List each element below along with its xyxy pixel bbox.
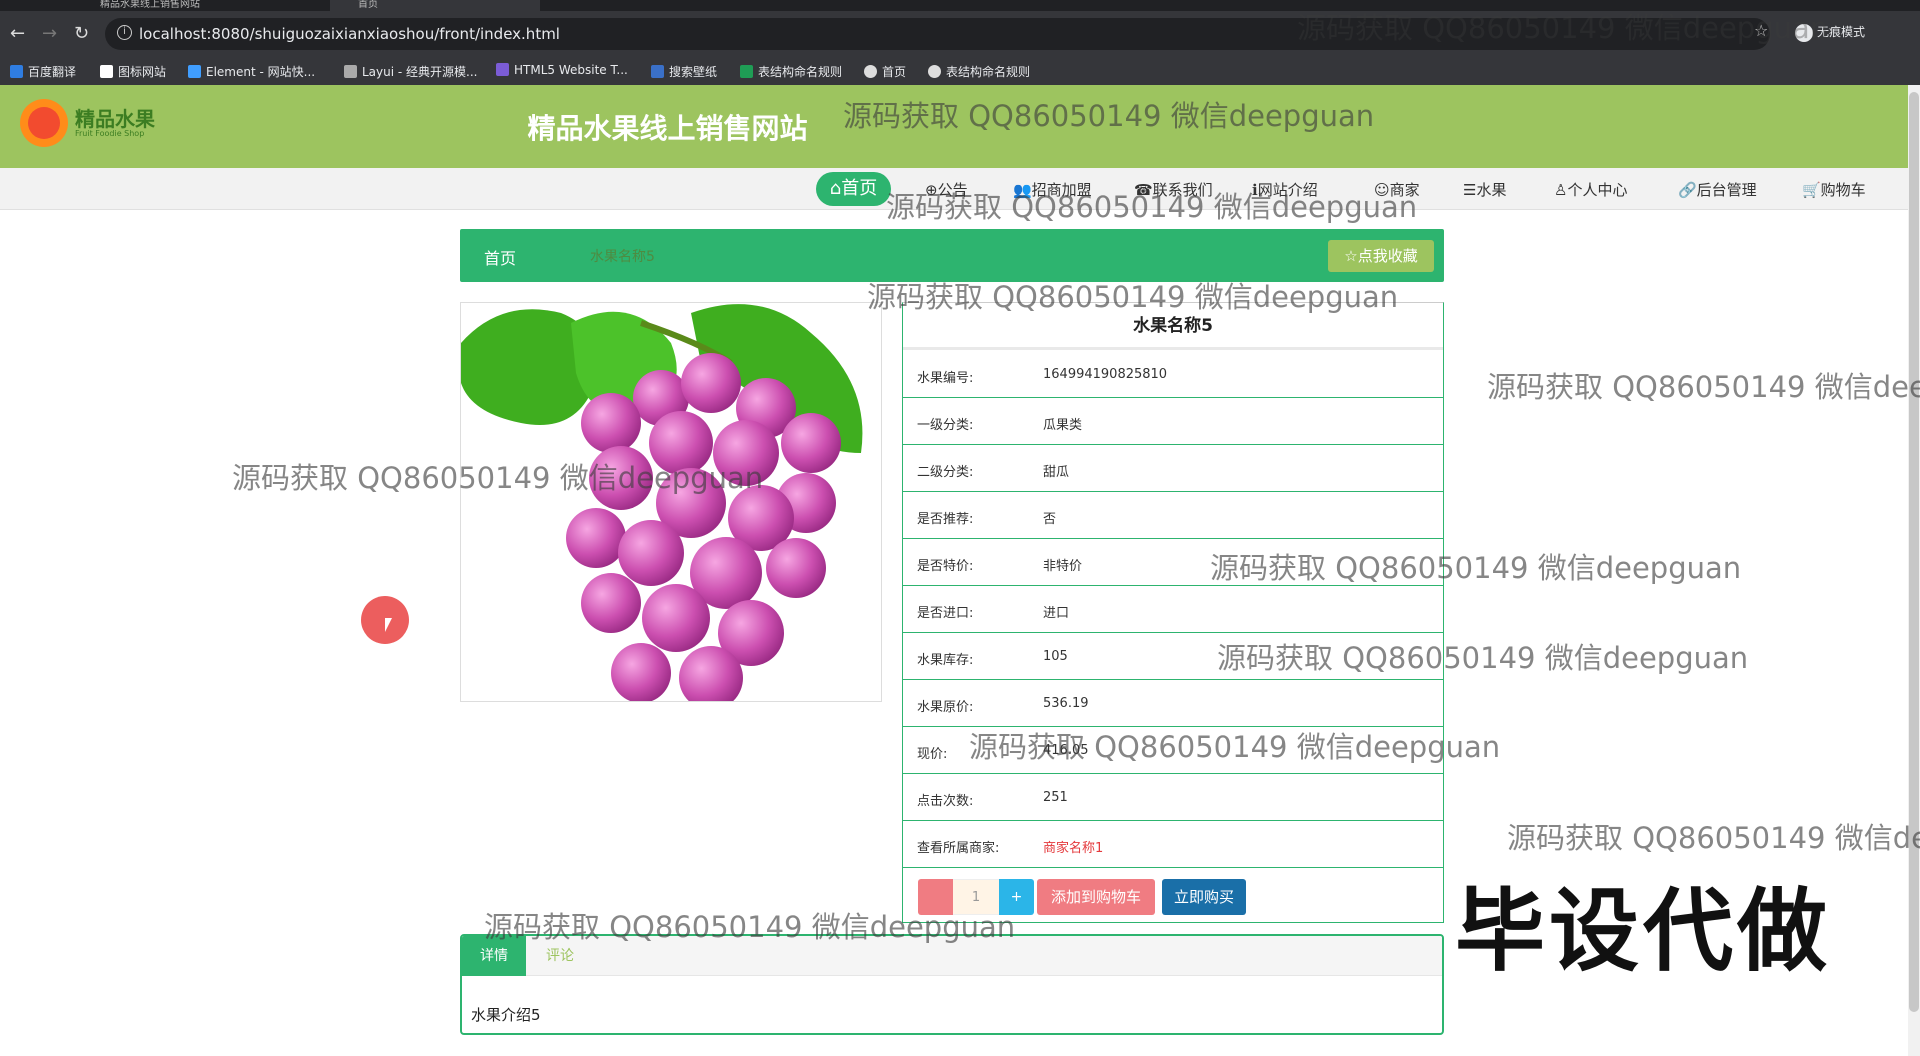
html5-icon [496, 63, 509, 76]
watermark: 源码获取 QQ86050149 微信deepguan [1487, 370, 1920, 404]
scrollbar-thumb[interactable] [1909, 92, 1919, 1012]
detail-row-imported: 是否进口: 进口 [903, 586, 1443, 633]
detail-tabs: 详情 评论 水果介绍5 [460, 934, 1444, 1035]
breadcrumb-home[interactable]: 首页 [484, 245, 516, 269]
nav-fruit[interactable]: ☰水果 [1463, 179, 1506, 200]
watermark: 源码获取 QQ86050149 微信deepguan [1507, 821, 1920, 855]
bookmark-item[interactable]: 表结构命名规则 [928, 63, 1030, 80]
bookmark-label: HTML5 Website T... [514, 63, 628, 77]
browser-tab[interactable]: 精品水果线上销售网站 [100, 0, 200, 11]
bookmark-label: 图标网站 [118, 65, 167, 79]
nav-cart[interactable]: 🛒购物车 [1802, 179, 1866, 200]
detail-row-merchant: 查看所属商家: 商家名称1 [903, 821, 1443, 868]
watermark: 源码获取 QQ86050149 微信deepguan [1297, 11, 1829, 45]
forward-icon[interactable]: → [42, 23, 57, 45]
breadcrumb-current: 水果名称5 [590, 249, 655, 265]
bookmark-item[interactable]: 百度翻译 [10, 63, 76, 80]
row-label: 是否特价: [917, 559, 974, 574]
watermark: 源码获取 QQ86050149 微信deepguan [1210, 551, 1742, 585]
watermark: 源码获取 QQ86050149 微信deepguan [886, 190, 1418, 224]
bookmark-item[interactable]: HTML5 Website T... [496, 63, 628, 77]
back-icon[interactable]: ← [10, 23, 25, 45]
layui-icon [344, 65, 357, 78]
product-image [460, 302, 882, 702]
row-label: 水果库存: [917, 653, 974, 668]
bookmark-label: 表结构命名规则 [758, 65, 843, 79]
bookmarks-bar: 百度翻译 图标网站 Element - 网站快... Layui - 经典开源模… [0, 57, 1920, 85]
globe-icon [864, 65, 877, 78]
row-label: 一级分类: [917, 418, 974, 433]
bookmark-label: 表结构命名规则 [946, 65, 1031, 79]
watermark: 源码获取 QQ86050149 微信deepguan [484, 910, 1016, 944]
detail-row-id: 水果编号: 164994190825810 [903, 351, 1443, 398]
row-label: 二级分类: [917, 465, 974, 480]
row-label: 查看所属商家: [917, 841, 1000, 856]
wallpaper-icon [651, 65, 664, 78]
watermark: 源码获取 QQ86050149 微信deepguan [867, 280, 1399, 314]
flag-icon [100, 65, 113, 78]
detail-row-original-price: 水果原价: 536.19 [903, 680, 1443, 727]
row-label: 现价: [917, 747, 948, 762]
product-detail: 水果名称5 水果编号: 164994190825810 一级分类: 瓜果类 二级… [902, 302, 1444, 923]
bookmark-label: Element - 网站快... [206, 65, 316, 79]
bookmark-label: 百度翻译 [28, 65, 77, 79]
reload-icon[interactable]: ↻ [74, 23, 89, 45]
bookmark-item[interactable]: 图标网站 [100, 63, 166, 80]
row-value: 536.19 [1043, 696, 1089, 711]
translate-icon [10, 65, 23, 78]
row-value: 否 [1043, 512, 1057, 527]
detail-row-category2: 二级分类: 甜瓜 [903, 445, 1443, 492]
bookmark-item[interactable]: 搜索壁纸 [651, 63, 717, 80]
grapes-image [461, 304, 863, 701]
watermark-big: 毕设代做 [1455, 879, 1831, 984]
mouse-cursor-icon [385, 618, 399, 632]
row-value: 瓜果类 [1043, 418, 1083, 433]
detail-row-clicks: 点击次数: 251 [903, 774, 1443, 821]
row-value: 164994190825810 [1043, 367, 1168, 382]
row-value: 105 [1043, 649, 1068, 664]
nav-home[interactable]: ⌂首页 [816, 172, 891, 206]
row-value: 进口 [1043, 606, 1070, 621]
table-icon [740, 65, 753, 78]
row-label: 水果原价: [917, 700, 974, 715]
row-label: 水果编号: [917, 371, 974, 386]
globe-icon [928, 65, 941, 78]
row-value: 251 [1043, 790, 1068, 805]
bookmark-item[interactable]: Element - 网站快... [188, 63, 315, 80]
row-value: 甜瓜 [1043, 465, 1070, 480]
detail-row-recommended: 是否推荐: 否 [903, 492, 1443, 539]
bookmark-item[interactable]: Layui - 经典开源模... [344, 63, 477, 80]
merchant-link[interactable]: 商家名称1 [1043, 837, 1103, 856]
watermark: 源码获取 QQ86050149 微信deepguan [843, 99, 1375, 133]
url-text: localhost:8080/shuiguozaixianxiaoshou/fr… [139, 25, 560, 43]
bookmark-label: Layui - 经典开源模... [362, 65, 478, 79]
row-label: 是否推荐: [917, 512, 974, 527]
bookmark-item[interactable]: 首页 [864, 63, 906, 80]
detail-row-category1: 一级分类: 瓜果类 [903, 398, 1443, 445]
nav-admin[interactable]: 🔗后台管理 [1678, 179, 1757, 200]
bookmark-item[interactable]: 表结构命名规则 [740, 63, 842, 80]
element-icon [188, 65, 201, 78]
bookmark-label: 搜索壁纸 [669, 65, 718, 79]
tab-content: 水果介绍5 [471, 1006, 541, 1024]
row-value: 非特价 [1043, 559, 1083, 574]
row-label: 是否进口: [917, 606, 974, 621]
watermark: 源码获取 QQ86050149 微信deepguan [1217, 641, 1749, 675]
watermark: 源码获取 QQ86050149 微信deepguan [232, 461, 764, 495]
row-label: 点击次数: [917, 794, 974, 809]
watermark: 源码获取 QQ86050149 微信deepguan [969, 730, 1501, 764]
add-to-cart-button[interactable]: 添加到购物车 [1037, 879, 1155, 915]
favorite-button[interactable]: ☆点我收藏 [1328, 240, 1434, 272]
nav-profile[interactable]: ♙个人中心 [1554, 179, 1627, 200]
bookmark-label: 首页 [882, 65, 907, 79]
browser-tab-active[interactable]: 首页 [330, 0, 540, 11]
site-info-icon[interactable]: i [117, 25, 132, 40]
buy-now-button[interactable]: 立即购买 [1162, 879, 1246, 915]
